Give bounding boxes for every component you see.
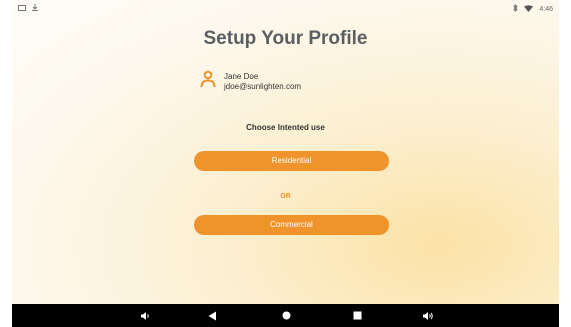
recents-icon[interactable] [347, 304, 367, 327]
gallery-icon [18, 4, 26, 13]
user-profile: Jane Doe jdoe@sunlighten.com [200, 70, 301, 93]
user-name: Jane Doe [224, 71, 259, 81]
status-bar: 4:46 [12, 0, 559, 18]
status-time: 4:46 [539, 5, 553, 13]
navigation-bar [12, 304, 559, 327]
screen: 4:46 Setup Your Profile Jane Doe jdoe@su… [12, 0, 559, 327]
page-title: Setup Your Profile [203, 28, 368, 49]
wifi-icon [524, 4, 534, 14]
bluetooth-icon [513, 3, 519, 14]
back-icon[interactable] [202, 304, 222, 327]
user-email: jdoe@sunlighten.com [224, 81, 302, 91]
home-icon[interactable] [276, 304, 296, 327]
intended-use-label: Choose Intented use [246, 123, 325, 132]
residential-button[interactable]: Residential [194, 151, 389, 171]
volume-down-icon[interactable] [135, 304, 155, 327]
commercial-button[interactable]: Commercial [194, 215, 389, 235]
or-separator: OR [280, 193, 291, 200]
volume-up-icon[interactable] [418, 304, 438, 327]
user-icon [200, 70, 216, 93]
download-icon [32, 4, 38, 13]
